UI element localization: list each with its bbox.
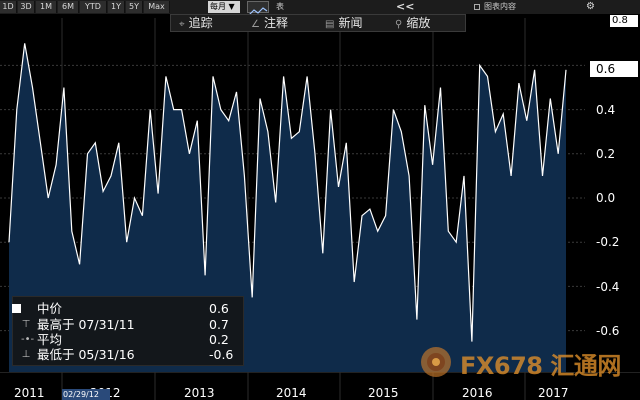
watermark-text: FX678 汇通网	[460, 352, 621, 380]
legend-label: 最低于 05/31/16	[37, 347, 135, 362]
legend-label: 平均	[37, 332, 63, 347]
pen-icon: ∠	[251, 19, 260, 30]
legend-value: 0.7	[209, 317, 229, 332]
y-max-label: 0.8	[610, 15, 638, 27]
range-3d-button[interactable]: 3D	[18, 1, 35, 13]
average-marker-icon: -•-	[21, 334, 35, 345]
ytick-label: 0.2	[596, 147, 616, 161]
xtick-label: 2017	[538, 386, 569, 400]
track-label: 追踪	[188, 16, 213, 30]
collapse-icon[interactable]: <<	[396, 0, 414, 13]
legend-value: -0.6	[209, 347, 234, 362]
range-5y-button[interactable]: 5Y	[126, 1, 143, 13]
ytick-label: -0.2	[596, 235, 620, 249]
legend: 中价 0.6 ⊤ 最高于 07/31/11 0.7 -•- 平均 0.2 ⊥ 最…	[12, 296, 244, 366]
crosshair-icon: ⌖	[179, 19, 185, 30]
range-1m-button[interactable]: 1M	[36, 1, 57, 13]
watermark: FX678 汇通网	[416, 344, 634, 380]
range-max-button[interactable]: Max	[144, 1, 170, 13]
legend-label: 中价	[37, 301, 63, 316]
news-label: 新闻	[338, 16, 363, 30]
frequency-select[interactable]: 每月 ▼	[208, 1, 240, 13]
high-marker-icon: ⊤	[21, 319, 31, 330]
xtick-label: 2013	[184, 386, 215, 400]
legend-value: 0.2	[209, 332, 229, 347]
legend-swatch	[12, 304, 21, 313]
watermark-logo-icon	[421, 347, 451, 377]
xtick-label: 2015	[368, 386, 399, 400]
legend-value: 0.6	[209, 301, 229, 316]
annotate-button[interactable]: ∠ 注释	[251, 15, 288, 31]
xtick-label: 2011	[14, 386, 45, 400]
last-value-tag: 0.6	[590, 61, 638, 77]
track-button[interactable]: ⌖ 追踪	[179, 15, 213, 31]
settings-gear-icon[interactable]: ⚙	[586, 0, 595, 13]
zoom-icon: ⚲	[395, 19, 403, 30]
xtick-label: 2014	[276, 386, 307, 400]
xtick-label: 2016	[462, 386, 493, 400]
ytick-label: 0.0	[596, 191, 616, 205]
range-6m-button[interactable]: 6M	[58, 1, 79, 13]
ytick-label: -0.6	[596, 324, 620, 338]
crosshair-date-label: 02/29/12	[62, 389, 110, 400]
low-marker-icon: ⊥	[21, 349, 31, 360]
ytick-label: 0.4	[596, 103, 616, 117]
annotate-label: 注释	[263, 16, 288, 30]
chart-content-button[interactable]: 图表内容	[484, 1, 516, 13]
table-view-button[interactable]: 表	[276, 1, 284, 13]
zoom-button[interactable]: ⚲ 缩放	[395, 15, 430, 31]
range-1y-button[interactable]: 1Y	[108, 1, 125, 13]
ytick-label: -0.4	[596, 280, 620, 294]
range-1d-button[interactable]: 1D	[0, 1, 17, 13]
annotation-toolbar: ⌖ 追踪 ∠ 注释 ▤ 新闻 ⚲ 缩放	[170, 14, 466, 32]
zoom-label: 缩放	[406, 16, 431, 30]
news-icon: ▤	[325, 19, 335, 30]
line-chart-icon[interactable]	[247, 1, 269, 16]
top-toolbar: 1D 3D 1M 6M YTD 1Y 5Y Max 每月 ▼ 表 << 图表内容…	[0, 0, 640, 16]
chart-content-icon	[474, 4, 480, 10]
legend-label: 最高于 07/31/11	[37, 317, 135, 332]
news-button[interactable]: ▤ 新闻	[325, 15, 362, 31]
range-ytd-button[interactable]: YTD	[80, 1, 107, 13]
